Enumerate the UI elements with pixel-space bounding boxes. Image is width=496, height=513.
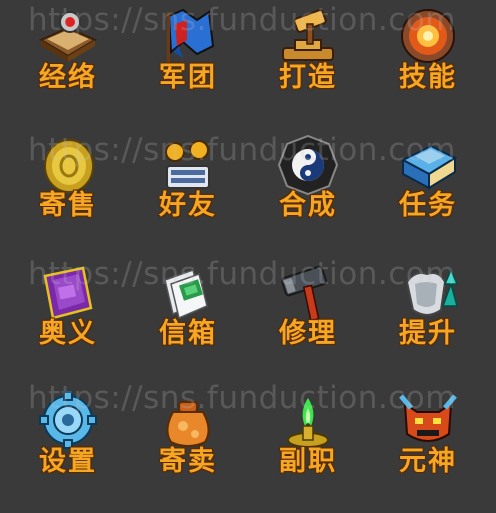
- feature-menu-grid: 经络 军团 打造 技能 寄售 好友 合成 任务 奥义 信箱 修理 提升 设置 寄…: [8, 0, 488, 513]
- armor-upgrade-icon: [405, 268, 459, 316]
- menu-label: 修理: [279, 318, 337, 349]
- menu-label: 合成: [279, 190, 337, 221]
- menu-item-sell[interactable]: 寄卖: [128, 384, 248, 513]
- green-flame-lamp-icon: [287, 398, 329, 448]
- menu-label: 寄售: [39, 190, 97, 221]
- menu-item-forge[interactable]: 打造: [248, 0, 368, 128]
- gold-coin-icon: [44, 139, 94, 193]
- hammer-forge-icon: [282, 9, 334, 61]
- menu-label: 经络: [39, 62, 97, 93]
- menu-item-friends[interactable]: 好友: [128, 128, 248, 256]
- menu-item-mailbox[interactable]: 信箱: [128, 256, 248, 384]
- menu-item-repair[interactable]: 修理: [248, 256, 368, 384]
- menu-label: 元神: [399, 446, 457, 477]
- menu-label: 寄卖: [159, 446, 217, 477]
- menu-label: 奥义: [39, 318, 97, 349]
- letters-icon: [164, 269, 208, 320]
- gear-icon: [39, 391, 97, 449]
- menu-label: 好友: [159, 190, 217, 221]
- menu-item-combine[interactable]: 合成: [248, 128, 368, 256]
- quest-book-icon: [400, 144, 458, 190]
- spirit-mask-icon: [399, 394, 457, 442]
- purple-tome-icon: [43, 266, 93, 320]
- menu-item-quests[interactable]: 任务: [368, 128, 488, 256]
- menu-item-consign[interactable]: 寄售: [8, 128, 128, 256]
- menu-label: 打造: [279, 62, 337, 93]
- menu-label: 军团: [159, 62, 217, 93]
- legion-banner-icon: [167, 8, 215, 64]
- friends-list-icon: [165, 140, 210, 189]
- menu-item-spirit[interactable]: 元神: [368, 384, 488, 513]
- menu-label: 提升: [399, 318, 457, 349]
- menu-item-upgrade[interactable]: 提升: [368, 256, 488, 384]
- menu-item-settings[interactable]: 设置: [8, 384, 128, 513]
- fire-orb-skill-icon: [401, 9, 455, 63]
- menu-item-legion[interactable]: 军团: [128, 0, 248, 128]
- repair-hammer-icon: [281, 265, 327, 322]
- menu-label: 技能: [399, 62, 457, 93]
- menu-item-sub-profession[interactable]: 副职: [248, 384, 368, 513]
- money-bag-icon: [166, 401, 210, 447]
- menu-item-mystery[interactable]: 奥义: [8, 256, 128, 384]
- yin-yang-bagua-icon: [277, 134, 339, 196]
- menu-label: 任务: [399, 190, 457, 221]
- menu-label: 副职: [279, 446, 337, 477]
- menu-item-skills[interactable]: 技能: [368, 0, 488, 128]
- menu-label: 信箱: [159, 318, 217, 349]
- menu-item-meridian[interactable]: 经络: [8, 0, 128, 128]
- menu-label: 设置: [39, 446, 97, 477]
- meridian-book-icon: [38, 11, 98, 62]
